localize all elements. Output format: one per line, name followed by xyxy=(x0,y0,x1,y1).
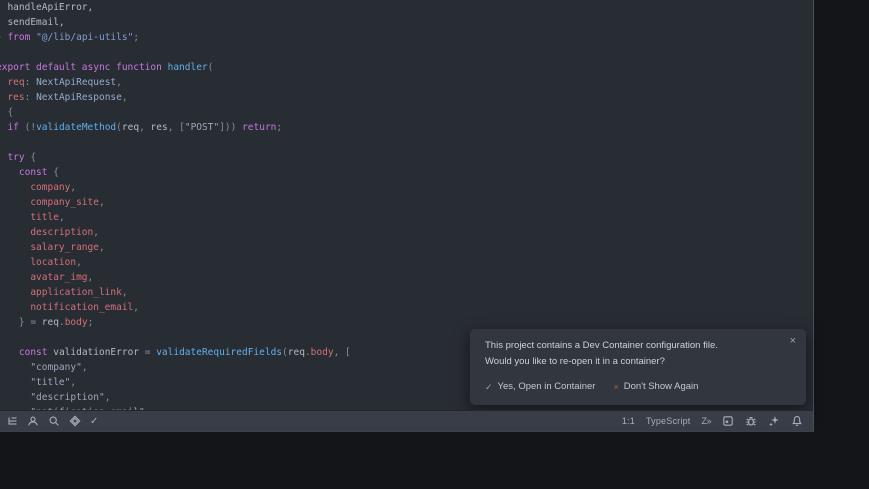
code-line: if (!validateMethod(req, res, ["POST"]))… xyxy=(0,120,351,135)
code-lines: handleApiError, sendEmail,} from "@/lib/… xyxy=(0,0,351,410)
list-tree-icon[interactable] xyxy=(6,411,18,432)
code-line: application_link, xyxy=(0,285,351,300)
toast-action-label: Don't Show Again xyxy=(624,379,699,395)
screencast-icon[interactable] xyxy=(722,411,734,432)
code-line: res: NextApiResponse, xyxy=(0,90,351,105)
cursor-position[interactable]: 1:1 xyxy=(622,416,635,426)
code-line: description, xyxy=(0,225,351,240)
search-icon[interactable] xyxy=(48,411,60,432)
code-line: ) { xyxy=(0,105,351,120)
sparkle-icon[interactable] xyxy=(768,411,780,432)
toast-message-line1: This project contains a Dev Container co… xyxy=(485,338,776,354)
code-line: avatar_img, xyxy=(0,270,351,285)
code-line: try { xyxy=(0,150,351,165)
code-line: sendEmail, xyxy=(0,15,351,30)
z-fold-icon[interactable]: Z» xyxy=(701,411,711,432)
code-line: "title", xyxy=(0,375,351,390)
code-line: company, xyxy=(0,180,351,195)
bug-icon[interactable] xyxy=(745,411,757,432)
code-line: const validationError = validateRequired… xyxy=(0,345,351,360)
code-line: const { xyxy=(0,165,351,180)
code-line xyxy=(0,45,351,60)
bell-icon[interactable] xyxy=(791,411,803,432)
code-line: notification_email, xyxy=(0,300,351,315)
code-line: export default async function handler( xyxy=(0,60,351,75)
status-bar-left: ✓ xyxy=(0,411,98,432)
code-line: "description", xyxy=(0,390,351,405)
vscode-window: handleApiError, sendEmail,} from "@/lib/… xyxy=(0,0,814,432)
toast-action-label: Yes, Open in Container xyxy=(498,379,596,395)
close-icon[interactable]: × xyxy=(790,335,796,347)
code-line: } from "@/lib/api-utils"; xyxy=(0,30,351,45)
status-bar: ✓ 1:1 TypeScript Z» xyxy=(0,410,813,431)
toast-actions: ✓ Yes, Open in Container × Don't Show Again xyxy=(485,379,776,395)
code-line xyxy=(0,135,351,150)
desktop-background: { "colors": { "editor_bg": "#282c33", "s… xyxy=(0,0,869,489)
notification-toast: This project contains a Dev Container co… xyxy=(470,329,806,405)
code-line: handleApiError, xyxy=(0,0,351,15)
gem-icon[interactable] xyxy=(69,411,81,432)
check-icon: ✓ xyxy=(485,379,493,395)
code-line: company_site, xyxy=(0,195,351,210)
code-line xyxy=(0,330,351,345)
toast-message-line2: Would you like to re-open it in a contai… xyxy=(485,354,776,370)
account-icon[interactable] xyxy=(27,411,39,432)
code-line: title, xyxy=(0,210,351,225)
check-icon[interactable]: ✓ xyxy=(90,411,98,432)
code-line: } = req.body; xyxy=(0,315,351,330)
status-bar-right: 1:1 TypeScript Z» xyxy=(622,411,813,432)
dont-show-again-button[interactable]: × Don't Show Again xyxy=(613,379,698,395)
close-icon: × xyxy=(613,379,618,395)
language-indicator[interactable]: TypeScript xyxy=(646,416,691,426)
code-line: salary_range, xyxy=(0,240,351,255)
code-line: req: NextApiRequest, xyxy=(0,75,351,90)
code-line: location, xyxy=(0,255,351,270)
code-line: "company", xyxy=(0,360,351,375)
yes-open-in-container-button[interactable]: ✓ Yes, Open in Container xyxy=(485,379,595,395)
